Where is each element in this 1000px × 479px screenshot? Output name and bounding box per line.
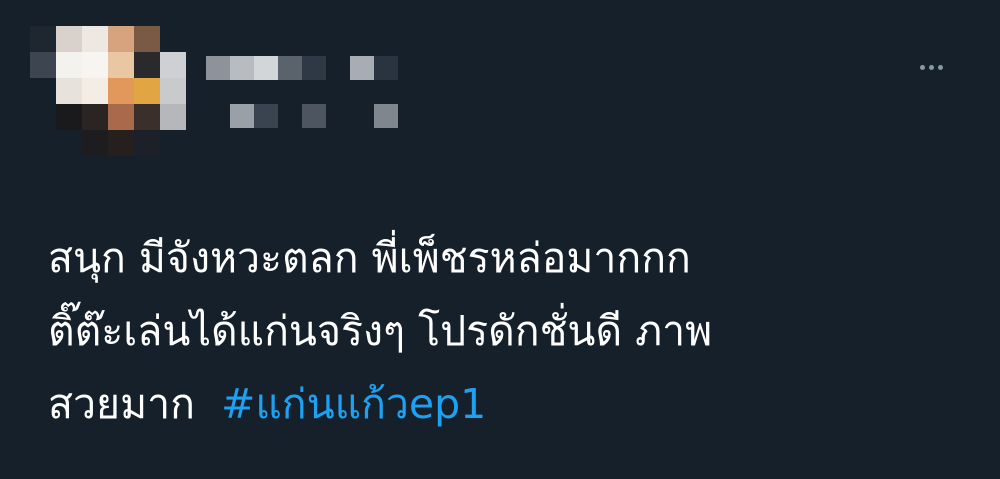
hashtag-link[interactable]: #แก่นแก้วep1 [221,380,486,428]
more-options-button[interactable] [912,54,950,80]
more-dot [928,64,934,70]
tweet-text: สนุก มีจังหวะตลก พี่เพ็ชรหล่อมากกก ติ๊ต๊… [48,222,948,441]
tweet-text-line: ติ๊ต๊ะเล่นได้แก่นจริงๆ โปรดักชั่นดี ภาพ [48,307,713,355]
tweet-text-line-3: สวยมาก #แก่นแก้วep1 [48,368,948,441]
avatar[interactable] [30,26,190,156]
more-horizontal-icon [919,64,925,70]
more-dot [937,64,943,70]
tweet-text-line: สนุก มีจังหวะตลก พี่เพ็ชรหล่อมากกก [48,234,691,282]
tweet-text-line: สวยมาก [48,380,195,428]
tweet-card: สนุก มีจังหวะตลก พี่เพ็ชรหล่อมากกก ติ๊ต๊… [0,0,1000,479]
